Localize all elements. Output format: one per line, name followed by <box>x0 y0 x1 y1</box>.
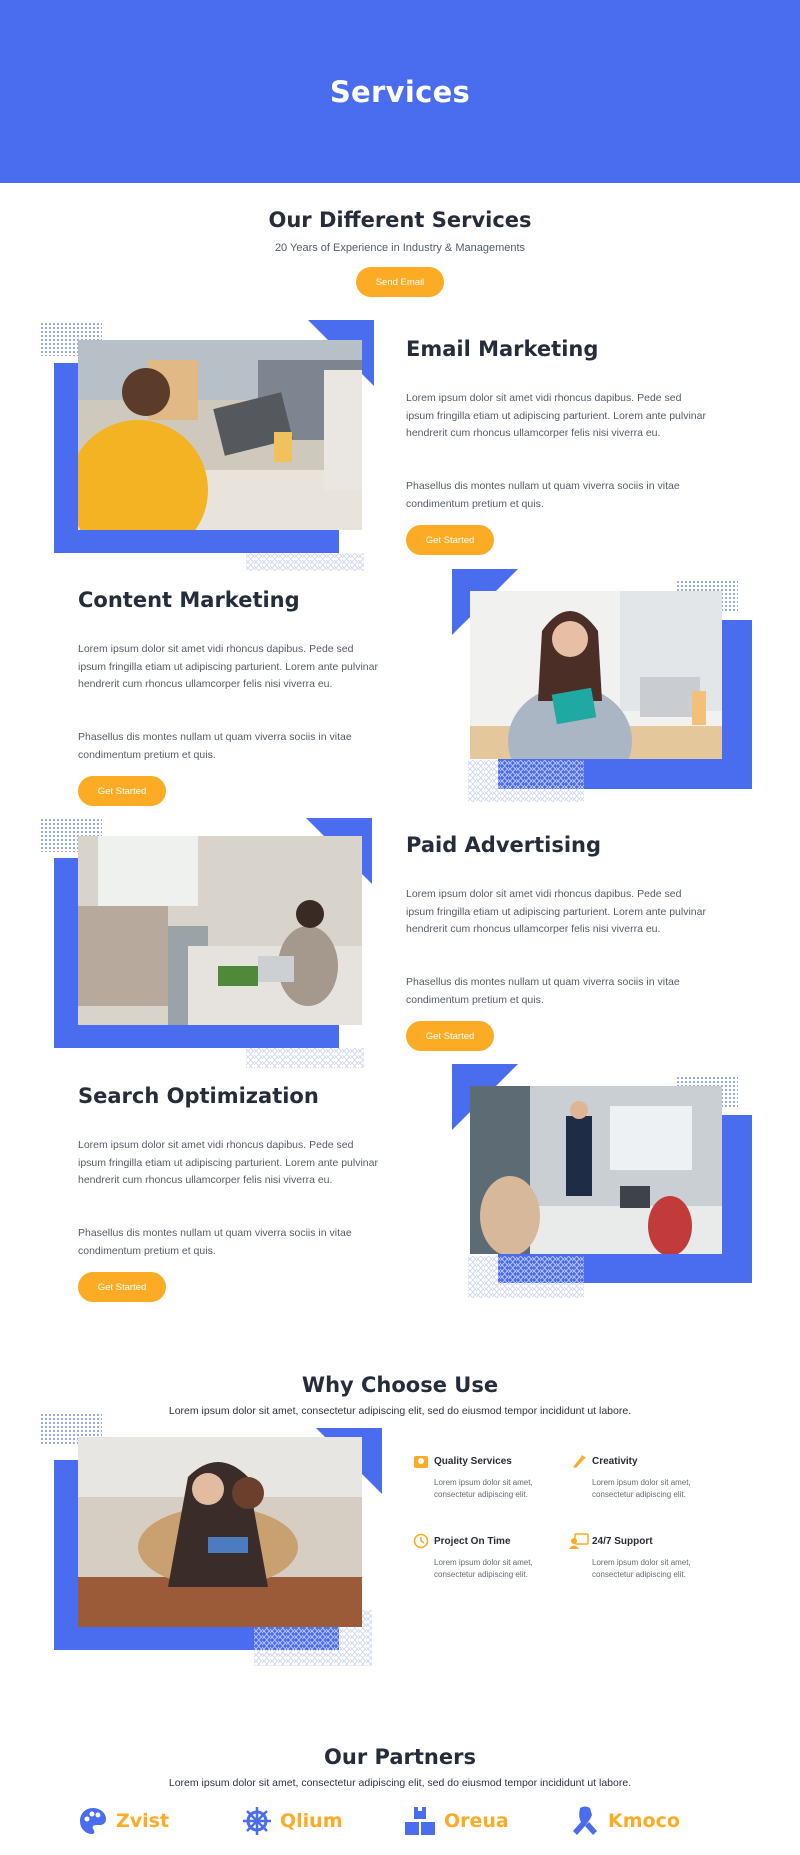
feature-title: Project On Time <box>434 1536 511 1547</box>
creativity-icon <box>573 1455 586 1468</box>
feature-desc: Lorem ipsum dolor sit amet, consectetur … <box>592 1558 691 1579</box>
paid-advertising-photo <box>78 836 362 1025</box>
get-started-button[interactable]: Get Started <box>78 1272 166 1302</box>
service-text-search-1: Lorem ipsum dolor sit amet vidi rhoncus … <box>78 1139 378 1186</box>
search-optimization-photo <box>470 1086 722 1254</box>
page-title: Services <box>329 74 471 109</box>
service-title-paid: Paid Advertising <box>406 833 602 857</box>
service-text-email-1: Lorem ipsum dolor sit amet vidi rhoncus … <box>406 392 706 439</box>
wave-decoration <box>468 1256 584 1298</box>
wave-decoration <box>246 1048 364 1068</box>
partners-heading: Our Partners <box>324 1745 476 1769</box>
ribbon-icon <box>573 1806 597 1835</box>
partners-subtitle: Lorem ipsum dolor sit amet, consectetur … <box>168 1777 632 1789</box>
wave-decoration <box>468 760 584 802</box>
feature-title: Quality Services <box>434 1456 512 1467</box>
partners-header: Our Partners Lorem ipsum dolor sit amet,… <box>0 1745 800 1789</box>
support-icon <box>569 1533 589 1549</box>
partner-name: Zvist <box>116 1810 170 1832</box>
send-email-button[interactable]: Send Email <box>356 267 444 297</box>
service-title-content: Content Marketing <box>78 588 300 612</box>
services-intro: Our Different Services 20 Years of Exper… <box>0 208 800 297</box>
service-text-search-2: Phasellus dis montes nullam ut quam vive… <box>78 1227 352 1257</box>
feature-title: 24/7 Support <box>592 1536 653 1547</box>
partner-name: Oreua <box>444 1810 509 1832</box>
feature-desc: Lorem ipsum dolor sit amet, consectetur … <box>592 1478 691 1499</box>
services-subtitle: 20 Years of Experience in Industry & Man… <box>274 242 526 254</box>
get-started-button[interactable]: Get Started <box>406 525 494 555</box>
wave-decoration <box>246 553 364 571</box>
service-text-paid-2: Phasellus dis montes nullam ut quam vive… <box>406 976 680 1006</box>
content-marketing-photo <box>470 591 722 759</box>
service-text-email-2: Phasellus dis montes nullam ut quam vive… <box>406 480 680 510</box>
why-choose-heading: Why Choose Use <box>301 1373 499 1397</box>
helm-icon <box>243 1807 271 1835</box>
partner-name: Qlium <box>280 1810 343 1832</box>
why-choose-subtitle: Lorem ipsum dolor sit amet, consectetur … <box>168 1405 632 1417</box>
feature-title: Creativity <box>592 1456 638 1467</box>
feature-desc: Lorem ipsum dolor sit amet, consectetur … <box>434 1478 533 1499</box>
services-heading: Our Different Services <box>268 208 532 232</box>
partner-name: Kmoco <box>608 1810 680 1832</box>
partner-zvist[interactable]: Zvist <box>78 1806 169 1836</box>
hero-banner: Services <box>0 0 800 183</box>
service-text-content-1: Lorem ipsum dolor sit amet vidi rhoncus … <box>78 643 378 690</box>
clock-icon <box>413 1533 429 1549</box>
service-title-email: Email Marketing <box>406 337 599 361</box>
partner-qlium[interactable]: Qlium <box>242 1806 343 1836</box>
why-choose-photo <box>78 1437 362 1627</box>
palette-icon <box>80 1808 106 1834</box>
boxes-icon <box>405 1807 435 1835</box>
feature-desc: Lorem ipsum dolor sit amet, consectetur … <box>434 1558 533 1579</box>
service-title-search: Search Optimization <box>78 1084 319 1108</box>
why-choose-header: Why Choose Use Lorem ipsum dolor sit ame… <box>0 1373 800 1417</box>
service-text-paid-1: Lorem ipsum dolor sit amet vidi rhoncus … <box>406 888 706 935</box>
email-marketing-photo <box>78 340 362 530</box>
quality-icon <box>414 1456 428 1468</box>
get-started-button[interactable]: Get Started <box>78 776 166 806</box>
service-text-content-2: Phasellus dis montes nullam ut quam vive… <box>78 731 352 761</box>
get-started-button[interactable]: Get Started <box>406 1021 494 1051</box>
partner-oreua[interactable]: Oreua <box>404 1806 509 1836</box>
partner-kmoco[interactable]: Kmoco <box>570 1806 680 1836</box>
